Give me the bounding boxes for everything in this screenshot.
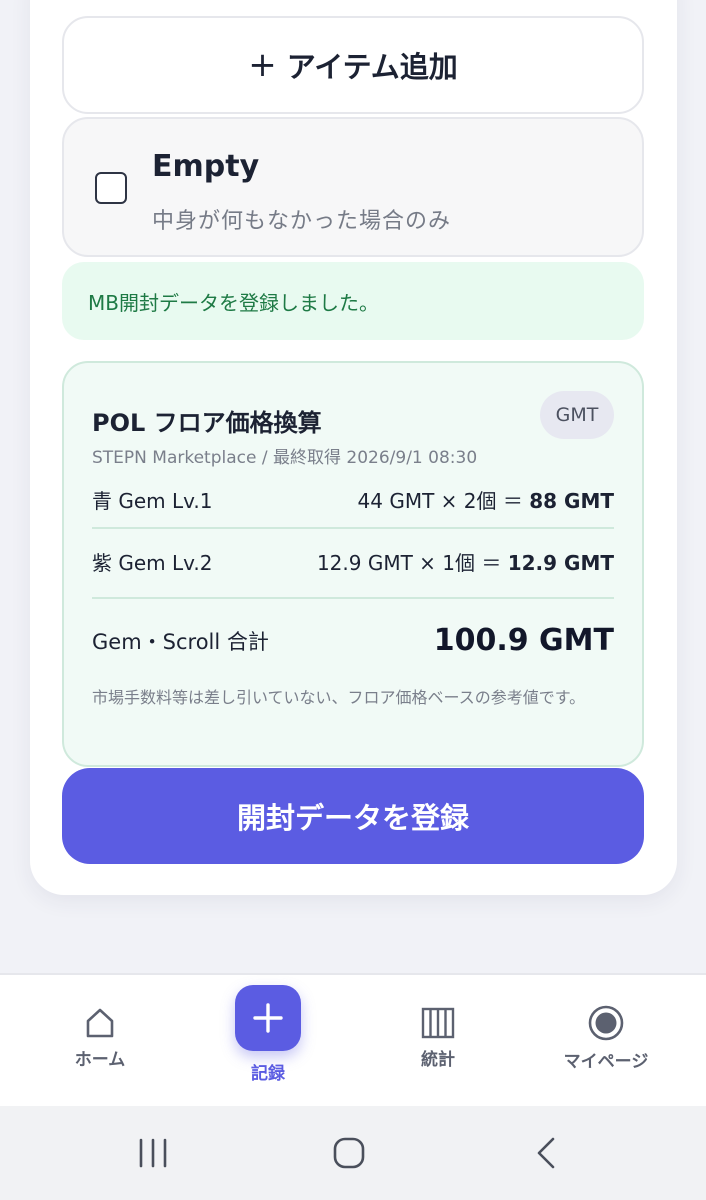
toast-message: MB開封データを登録しました。 [88,290,379,315]
submit-button[interactable]: 開封データを登録 [62,768,644,864]
pol-card-title: POL フロア価格換算 [92,409,322,437]
total-label: Gem・Scroll 合計 [92,629,269,654]
price-source: STEPN Marketplace / 最終取得 2026/9/1 08:30 [92,448,478,468]
nav-mypage-label: マイページ [563,1052,649,1072]
currency-badge[interactable]: GMT [540,391,614,439]
home-icon [86,1008,114,1038]
nav-mypage[interactable]: マイページ [546,975,666,1108]
success-toast: MB開封データを登録しました。 [62,262,644,340]
plus-icon: + [248,45,277,85]
add-item-label: アイテム追加 [286,50,458,84]
total-value: 100.9 GMT [433,623,614,658]
back-icon[interactable] [530,1136,564,1170]
nav-stats[interactable]: 統計 [396,975,480,1108]
add-item-button[interactable]: + アイテム追加 [62,16,644,114]
item-name: 紫 Gem Lv.2 [92,550,213,575]
total-row: Gem・Scroll 合計 100.9 GMT [92,623,614,658]
empty-option-title: Empty [152,149,260,184]
empty-option[interactable]: Empty 中身が何もなかった場合のみ [62,117,644,257]
divider [92,597,614,599]
pol-floor-price-card: POL フロア価格換算 GMT STEPN Marketplace / 最終取得… [62,361,644,767]
plus-icon [253,1003,283,1033]
disclaimer-note: 市場手数料等は差し引いていない、フロア価格ベースの参考値です。 [92,688,586,707]
nav-stats-label: 統計 [421,1050,455,1070]
item-name: 青 Gem Lv.1 [92,488,213,513]
item-result: 88 GMT [529,488,614,513]
empty-option-subtitle: 中身が何もなかった場合のみ [152,209,452,234]
bottom-nav: ホーム 記録 統計 マイページ [0,973,706,1106]
nav-record[interactable]: 記録 [226,975,310,1108]
nav-record-label: 記録 [251,1064,285,1084]
divider [92,527,614,529]
recent-apps-icon[interactable] [136,1136,170,1170]
empty-checkbox[interactable] [95,172,127,204]
item-result: 12.9 GMT [507,550,614,575]
price-row: 紫 Gem Lv.2 12.9 GMT × 1個 ＝ 12.9 GMT [92,546,614,576]
target-circle-icon [588,1005,624,1041]
price-row: 青 Gem Lv.1 44 GMT × 2個 ＝ 88 GMT [92,484,614,514]
home-system-icon[interactable] [332,1136,366,1170]
nav-home-label: ホーム [74,1050,126,1070]
record-button[interactable] [235,985,301,1051]
item-calc: 12.9 GMT × 1個 ＝ 12.9 GMT [316,550,614,575]
system-nav-bar [0,1106,706,1200]
item-calc: 44 GMT × 2個 ＝ 88 GMT [357,488,614,513]
nav-home[interactable]: ホーム [58,975,142,1108]
bar-columns-icon [421,1007,455,1039]
